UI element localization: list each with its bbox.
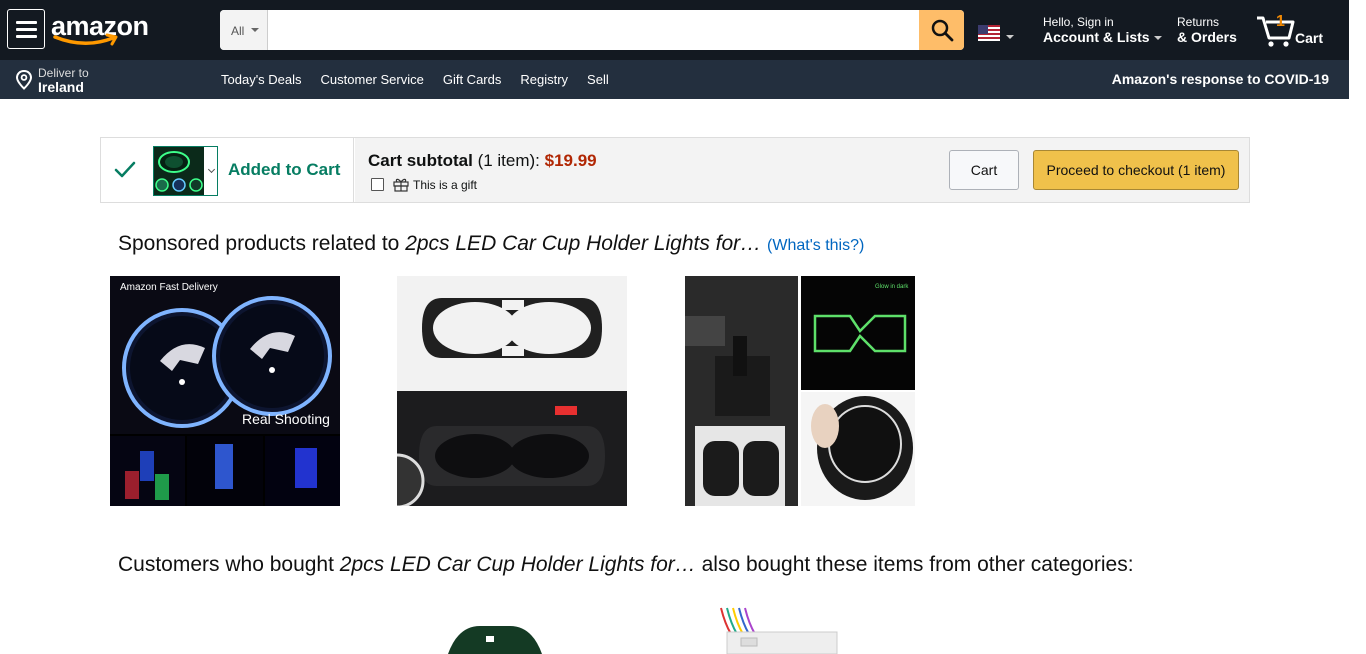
sponsored-prefix: Sponsored products related to bbox=[118, 232, 406, 255]
product-image bbox=[448, 626, 542, 654]
search-bar: All bbox=[220, 10, 964, 50]
top-nav: amazon All Hello, Sign in Account & List… bbox=[0, 0, 1349, 60]
customers-suffix: also bought these items from other categ… bbox=[695, 553, 1134, 576]
chevron-down-icon bbox=[207, 165, 216, 174]
customers-product-name: 2pcs LED Car Cup Holder Lights for… bbox=[339, 553, 696, 576]
search-category-label: All bbox=[231, 24, 245, 38]
gift-option[interactable]: This is a gift bbox=[371, 177, 477, 192]
subtotal-label: Cart subtotal bbox=[368, 151, 473, 170]
language-selector[interactable] bbox=[978, 25, 1022, 45]
customers-also-bought-heading: Customers who bought 2pcs LED Car Cup Ho… bbox=[118, 553, 1134, 577]
cart-count: 1 bbox=[1276, 13, 1285, 30]
added-product-thumbnail[interactable] bbox=[153, 146, 218, 196]
nav-link-customer-service[interactable]: Customer Service bbox=[321, 72, 424, 87]
sponsored-heading: Sponsored products related to 2pcs LED C… bbox=[118, 232, 864, 256]
account-greeting: Hello, Sign in bbox=[1043, 15, 1114, 29]
subtotal-price: $19.99 bbox=[544, 151, 597, 170]
added-summary: Added to Cart bbox=[101, 138, 354, 202]
subtotal-items: (1 item): bbox=[472, 151, 545, 170]
logo-smile-icon bbox=[53, 33, 118, 46]
returns-label: Returns bbox=[1177, 15, 1220, 29]
cart-subtotal-section: Cart subtotal (1 item): $19.99 This is a… bbox=[355, 138, 1249, 202]
whats-this-link[interactable]: (What's this?) bbox=[767, 237, 864, 254]
chevron-down-icon bbox=[1006, 35, 1014, 39]
image-caption-bottom: Real Shooting bbox=[242, 411, 330, 427]
also-bought-product-1[interactable] bbox=[440, 620, 550, 654]
amazon-logo[interactable]: amazon bbox=[51, 9, 151, 49]
checkmark-icon bbox=[114, 161, 136, 178]
chevron-down-icon bbox=[251, 28, 259, 32]
added-to-cart-label: Added to Cart bbox=[228, 160, 341, 179]
image-caption-top: Amazon Fast Delivery bbox=[120, 282, 218, 293]
cart-link[interactable]: 1 Cart bbox=[1255, 10, 1330, 50]
search-category-dropdown[interactable]: All bbox=[220, 10, 268, 50]
product-image: Glow in dark bbox=[685, 276, 915, 506]
cart-label: Cart bbox=[1295, 30, 1324, 46]
sponsored-product-1[interactable]: Amazon Fast Delivery Real Shooting bbox=[110, 276, 340, 506]
menu-icon[interactable] bbox=[7, 9, 45, 49]
cart-icon bbox=[1257, 16, 1295, 47]
cart-button[interactable]: Cart bbox=[949, 150, 1019, 190]
product-image bbox=[154, 147, 204, 195]
sponsored-product-name: 2pcs LED Car Cup Holder Lights for… bbox=[405, 232, 762, 255]
search-icon bbox=[931, 19, 953, 42]
gift-icon bbox=[393, 178, 409, 192]
location-pin-icon bbox=[15, 70, 33, 90]
nav-link-gift-cards[interactable]: Gift Cards bbox=[443, 72, 502, 87]
search-input[interactable] bbox=[268, 10, 919, 50]
account-menu[interactable]: Hello, Sign in Account & Lists bbox=[1043, 15, 1162, 45]
chevron-down-icon bbox=[1153, 36, 1162, 40]
sub-nav-links: Today's Deals Customer Service Gift Card… bbox=[221, 72, 609, 87]
product-image bbox=[720, 607, 838, 654]
product-image bbox=[397, 276, 627, 506]
product-image: Amazon Fast Delivery Real Shooting bbox=[110, 276, 340, 506]
sub-nav: Deliver to Ireland Today's Deals Custome… bbox=[0, 60, 1349, 99]
us-flag-icon bbox=[978, 25, 1000, 41]
image-caption: Glow in dark bbox=[875, 284, 909, 290]
sponsored-product-3[interactable]: Glow in dark bbox=[685, 276, 915, 506]
nav-link-registry[interactable]: Registry bbox=[520, 72, 568, 87]
added-to-cart-panel: Added to Cart Cart subtotal (1 item): $1… bbox=[100, 137, 1250, 203]
cart-subtotal: Cart subtotal (1 item): $19.99 bbox=[368, 151, 597, 171]
also-bought-product-2[interactable] bbox=[715, 604, 845, 654]
returns-orders-link[interactable]: Returns & Orders bbox=[1177, 15, 1237, 45]
nav-link-todays-deals[interactable]: Today's Deals bbox=[221, 72, 302, 87]
account-label: Account & Lists bbox=[1043, 29, 1150, 45]
search-button[interactable] bbox=[919, 10, 964, 50]
gift-checkbox[interactable] bbox=[371, 178, 384, 191]
proceed-to-checkout-button[interactable]: Proceed to checkout (1 item) bbox=[1033, 150, 1239, 190]
sponsored-product-2[interactable] bbox=[397, 276, 627, 506]
deliver-label: Deliver to bbox=[38, 66, 89, 80]
deliver-country: Ireland bbox=[38, 79, 84, 95]
gift-label: This is a gift bbox=[413, 177, 478, 192]
orders-label: & Orders bbox=[1177, 29, 1237, 45]
covid-link[interactable]: Amazon's response to COVID-19 bbox=[1112, 71, 1329, 87]
nav-link-sell[interactable]: Sell bbox=[587, 72, 609, 87]
customers-prefix: Customers who bought bbox=[118, 553, 340, 576]
